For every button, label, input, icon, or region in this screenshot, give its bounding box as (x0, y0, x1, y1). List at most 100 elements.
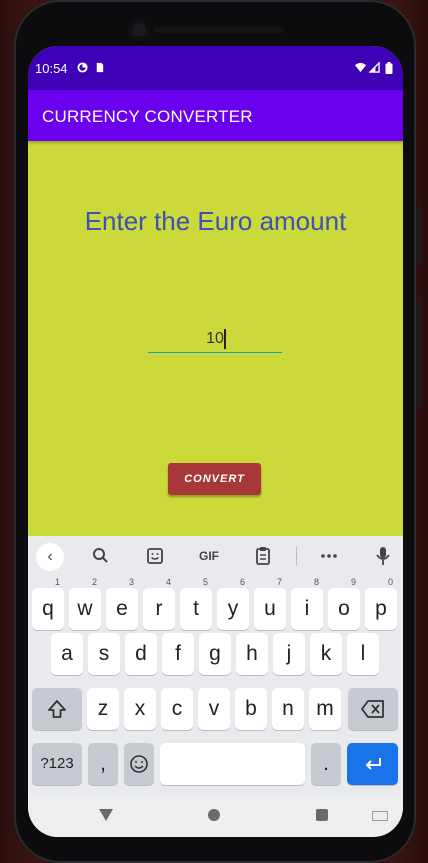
key-hint-number: 8 (313, 577, 319, 587)
key-label: m (316, 697, 334, 720)
volume-button (417, 300, 421, 410)
key-label: d (135, 642, 147, 665)
key-label: y (227, 597, 239, 620)
key-letter-s[interactable]: s (88, 633, 120, 675)
backspace-icon (361, 700, 384, 718)
space-key[interactable] (160, 743, 305, 785)
signal-icon (369, 62, 380, 73)
soft-keyboard: ‹ GIF ?123 , . q 1 w 2 e 3 r 4 t 5 y 6 u… (28, 536, 403, 794)
search-icon[interactable] (88, 544, 114, 568)
key-letter-o[interactable]: o9 (328, 577, 360, 630)
front-camera (128, 19, 150, 41)
screen: 10:54 CURRENCY CONVERTER Enter the Euro … (28, 46, 403, 837)
key-label: w (77, 597, 93, 620)
key-hint-number: 6 (239, 577, 245, 587)
key-hint-number: 3 (128, 577, 134, 587)
mic-icon[interactable] (370, 544, 396, 568)
gif-icon[interactable]: GIF (194, 544, 224, 568)
more-icon[interactable] (316, 544, 342, 568)
key-letter-d[interactable]: d (125, 633, 157, 675)
key-label: q (42, 597, 54, 620)
key-hint-number: 9 (350, 577, 356, 587)
key-label: k (320, 642, 332, 665)
recents-icon[interactable] (316, 809, 328, 821)
key-letter-z[interactable]: z (87, 688, 119, 730)
sticker-icon[interactable] (142, 544, 168, 568)
key-letter-n[interactable]: n (272, 688, 304, 730)
home-icon[interactable] (208, 809, 220, 821)
euro-amount-input[interactable] (148, 326, 282, 353)
key-hint-number: 1 (54, 577, 60, 587)
back-icon[interactable] (99, 809, 113, 821)
key-letter-i[interactable]: i8 (291, 577, 323, 630)
app-bar: CURRENCY CONVERTER (28, 90, 403, 141)
key-label: i (304, 597, 310, 620)
key-letter-f[interactable]: f (162, 633, 194, 675)
key-letter-c[interactable]: c (161, 688, 193, 730)
emoji-icon (130, 755, 148, 773)
wifi-icon (355, 62, 366, 73)
navigation-bar (28, 794, 403, 837)
key-letter-g[interactable]: g (199, 633, 231, 675)
key-letter-t[interactable]: t5 (180, 577, 212, 630)
symbols-key[interactable]: ?123 (32, 743, 82, 785)
key-letter-b[interactable]: b (235, 688, 267, 730)
key-label: x (134, 697, 146, 720)
text-cursor (224, 329, 226, 349)
key-label: g (209, 642, 221, 665)
key-label: e (116, 597, 128, 620)
enter-icon (365, 758, 381, 770)
key-letter-a[interactable]: a (51, 633, 83, 675)
key-label: u (264, 597, 276, 620)
key-letter-m[interactable]: m (309, 688, 341, 730)
clipboard-icon[interactable] (250, 544, 276, 568)
key-label: b (245, 697, 257, 720)
key-label: n (282, 697, 294, 720)
key-letter-k[interactable]: k (310, 633, 342, 675)
key-letter-p[interactable]: p0 (365, 577, 397, 630)
shift-key[interactable] (32, 688, 82, 730)
key-letter-h[interactable]: h (236, 633, 268, 675)
backspace-key[interactable] (348, 688, 398, 730)
key-letter-j[interactable]: j (273, 633, 305, 675)
key-label: l (360, 642, 366, 665)
power-button (417, 205, 421, 265)
status-time: 10:54 (35, 61, 68, 76)
key-hint-number: 4 (165, 577, 171, 587)
key-letter-e[interactable]: e3 (106, 577, 138, 630)
enter-key[interactable] (347, 743, 398, 785)
key-label: p (375, 597, 387, 620)
key-letter-l[interactable]: l (347, 633, 379, 675)
key-label: s (98, 642, 110, 665)
key-letter-x[interactable]: x (124, 688, 156, 730)
convert-button[interactable]: CONVERT (168, 463, 261, 495)
key-hint-number: 0 (387, 577, 393, 587)
key-letter-v[interactable]: v (198, 688, 230, 730)
key-label: f (175, 642, 181, 665)
key-label: z (97, 697, 109, 720)
sd-card-icon (96, 62, 104, 73)
key-label: v (208, 697, 220, 720)
key-hint-number: 7 (276, 577, 282, 587)
period-key[interactable]: . (311, 743, 341, 785)
amount-prompt: Enter the Euro amount (84, 206, 347, 236)
key-letter-y[interactable]: y6 (217, 577, 249, 630)
key-label: j (286, 642, 292, 665)
key-letter-u[interactable]: u7 (254, 577, 286, 630)
key-letter-r[interactable]: r4 (143, 577, 175, 630)
emoji-key[interactable] (124, 743, 154, 785)
key-label: h (246, 642, 258, 665)
keyboard-switch-icon[interactable] (372, 811, 388, 821)
comma-key[interactable]: , (88, 743, 118, 785)
key-label: c (171, 697, 183, 720)
key-label: r (155, 597, 163, 620)
keyboard-toolbar: ‹ GIF (28, 536, 403, 576)
key-letter-w[interactable]: w2 (69, 577, 101, 630)
key-letter-q[interactable]: q1 (32, 577, 64, 630)
shift-icon (48, 700, 66, 718)
earpiece-speaker (154, 27, 284, 33)
key-hint-number: 2 (91, 577, 97, 587)
back-chevron-icon[interactable]: ‹ (36, 543, 64, 571)
key-label: o (338, 597, 350, 620)
data-saver-icon (77, 62, 88, 73)
